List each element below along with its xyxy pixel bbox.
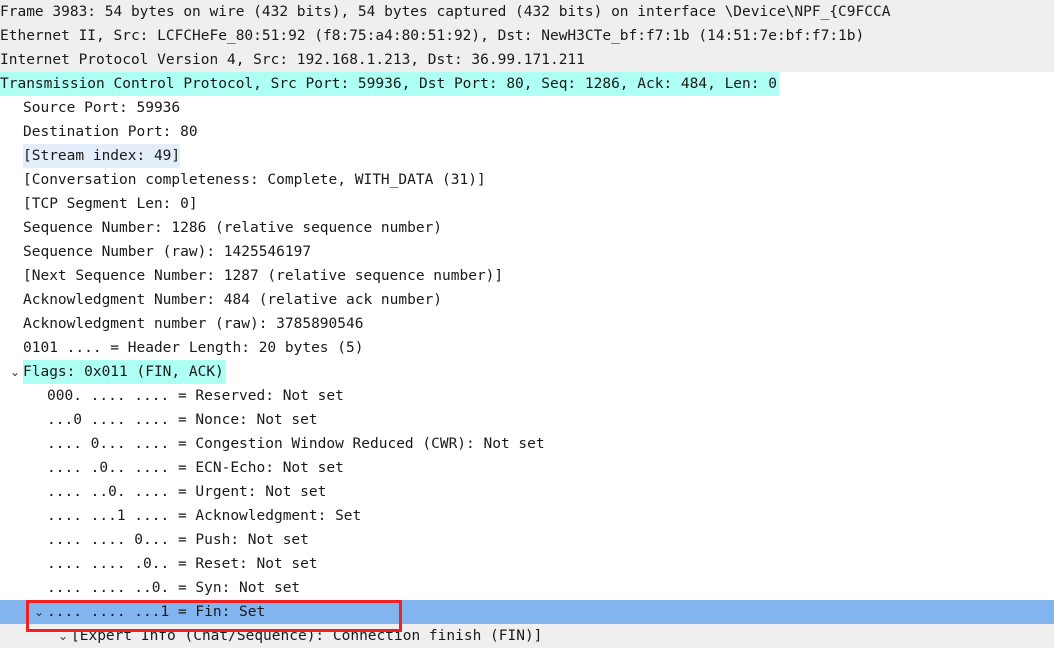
packet-row-reset-flag[interactable]: .... .... .0.. = Reset: Not set xyxy=(0,552,1054,576)
packet-row-label: Destination Port: 80 xyxy=(23,124,198,140)
packet-row-frame-summary[interactable]: Frame 3983: 54 bytes on wire (432 bits),… xyxy=(0,0,1054,24)
packet-row-label: [Conversation completeness: Complete, WI… xyxy=(23,172,486,188)
packet-row-label: Internet Protocol Version 4, Src: 192.16… xyxy=(0,52,585,68)
packet-row-conversation-completeness[interactable]: [Conversation completeness: Complete, WI… xyxy=(0,168,1054,192)
packet-row-destination-port[interactable]: Destination Port: 80 xyxy=(0,120,1054,144)
packet-row-push-flag[interactable]: .... .... 0... = Push: Not set xyxy=(0,528,1054,552)
packet-row-stream-index[interactable]: [Stream index: 49] xyxy=(0,144,1054,168)
packet-row-label: Frame 3983: 54 bytes on wire (432 bits),… xyxy=(0,4,891,20)
packet-row-label: 0101 .... = Header Length: 20 bytes (5) xyxy=(23,340,364,356)
packet-row-label: [Expert Info (Chat/Sequence): Connection… xyxy=(71,628,543,644)
packet-row-ecn-echo-flag[interactable]: .... .0.. .... = ECN-Echo: Not set xyxy=(0,456,1054,480)
packet-row-flags-summary[interactable]: ⌄ Flags: 0x011 (FIN, ACK) xyxy=(0,360,1054,384)
packet-row-urgent-flag[interactable]: .... ..0. .... = Urgent: Not set xyxy=(0,480,1054,504)
chevron-down-icon[interactable]: ⌄ xyxy=(8,360,22,384)
packet-row-next-sequence-number[interactable]: [Next Sequence Number: 1287 (relative se… xyxy=(0,264,1054,288)
chevron-down-icon[interactable]: ⌄ xyxy=(56,624,70,648)
packet-row-acknowledgment-number[interactable]: Acknowledgment Number: 484 (relative ack… xyxy=(0,288,1054,312)
packet-row-acknowledgment-number-raw[interactable]: Acknowledgment number (raw): 3785890546 xyxy=(0,312,1054,336)
packet-row-label: .... .... 0... = Push: Not set xyxy=(47,532,309,548)
packet-row-sequence-number-raw[interactable]: Sequence Number (raw): 1425546197 xyxy=(0,240,1054,264)
packet-row-label: Source Port: 59936 xyxy=(23,100,181,116)
packet-row-label: .... .... ..0. = Syn: Not set xyxy=(47,580,301,596)
packet-row-label: Transmission Control Protocol, Src Port:… xyxy=(0,72,779,96)
packet-row-label: Acknowledgment Number: 484 (relative ack… xyxy=(23,292,443,308)
packet-row-label: [TCP Segment Len: 0] xyxy=(23,196,198,212)
packet-row-label: .... .... ...1 = Fin: Set xyxy=(47,604,266,620)
packet-row-tcp-summary[interactable]: Transmission Control Protocol, Src Port:… xyxy=(0,72,1054,96)
packet-row-expert-info[interactable]: ⌄ [Expert Info (Chat/Sequence): Connectio… xyxy=(0,624,1054,648)
packet-row-label: .... ...1 .... = Acknowledgment: Set xyxy=(47,508,362,524)
packet-row-label: Acknowledgment number (raw): 3785890546 xyxy=(23,316,364,332)
packet-row-label: ...0 .... .... = Nonce: Not set xyxy=(47,412,318,428)
packet-row-sequence-number[interactable]: Sequence Number: 1286 (relative sequence… xyxy=(0,216,1054,240)
packet-row-label: .... ..0. .... = Urgent: Not set xyxy=(47,484,327,500)
packet-row-label: [Stream index: 49] xyxy=(23,144,181,168)
packet-row-label: Ethernet II, Src: LCFCHeFe_80:51:92 (f8:… xyxy=(0,28,865,44)
packet-row-tcp-segment-len[interactable]: [TCP Segment Len: 0] xyxy=(0,192,1054,216)
packet-details-tree[interactable]: Frame 3983: 54 bytes on wire (432 bits),… xyxy=(0,0,1054,658)
packet-row-label: .... .... .0.. = Reset: Not set xyxy=(47,556,318,572)
chevron-down-icon[interactable]: ⌄ xyxy=(32,600,46,624)
packet-row-source-port[interactable]: Source Port: 59936 xyxy=(0,96,1054,120)
packet-row-nonce-flag[interactable]: ...0 .... .... = Nonce: Not set xyxy=(0,408,1054,432)
packet-row-label: Sequence Number (raw): 1425546197 xyxy=(23,244,312,260)
packet-row-label: 000. .... .... = Reserved: Not set xyxy=(47,388,344,404)
packet-row-syn-flag[interactable]: .... .... ..0. = Syn: Not set xyxy=(0,576,1054,600)
packet-row-cwr-flag[interactable]: .... 0... .... = Congestion Window Reduc… xyxy=(0,432,1054,456)
packet-row-label: .... 0... .... = Congestion Window Reduc… xyxy=(47,436,545,452)
packet-row-label: .... .0.. .... = ECN-Echo: Not set xyxy=(47,460,344,476)
packet-row-label: Flags: 0x011 (FIN, ACK) xyxy=(23,360,226,384)
packet-row-header-length[interactable]: 0101 .... = Header Length: 20 bytes (5) xyxy=(0,336,1054,360)
packet-row-ipv4-summary[interactable]: Internet Protocol Version 4, Src: 192.16… xyxy=(0,48,1054,72)
packet-row-ethernet-summary[interactable]: Ethernet II, Src: LCFCHeFe_80:51:92 (f8:… xyxy=(0,24,1054,48)
packet-row-label: [Next Sequence Number: 1287 (relative se… xyxy=(23,268,504,284)
packet-row-acknowledgment-flag[interactable]: .... ...1 .... = Acknowledgment: Set xyxy=(0,504,1054,528)
packet-row-label: Sequence Number: 1286 (relative sequence… xyxy=(23,220,443,236)
packet-row-reserved-flag[interactable]: 000. .... .... = Reserved: Not set xyxy=(0,384,1054,408)
packet-row-list: Frame 3983: 54 bytes on wire (432 bits),… xyxy=(0,0,1054,648)
packet-row-fin-flag[interactable]: ⌄.... .... ...1 = Fin: Set xyxy=(0,600,1054,624)
